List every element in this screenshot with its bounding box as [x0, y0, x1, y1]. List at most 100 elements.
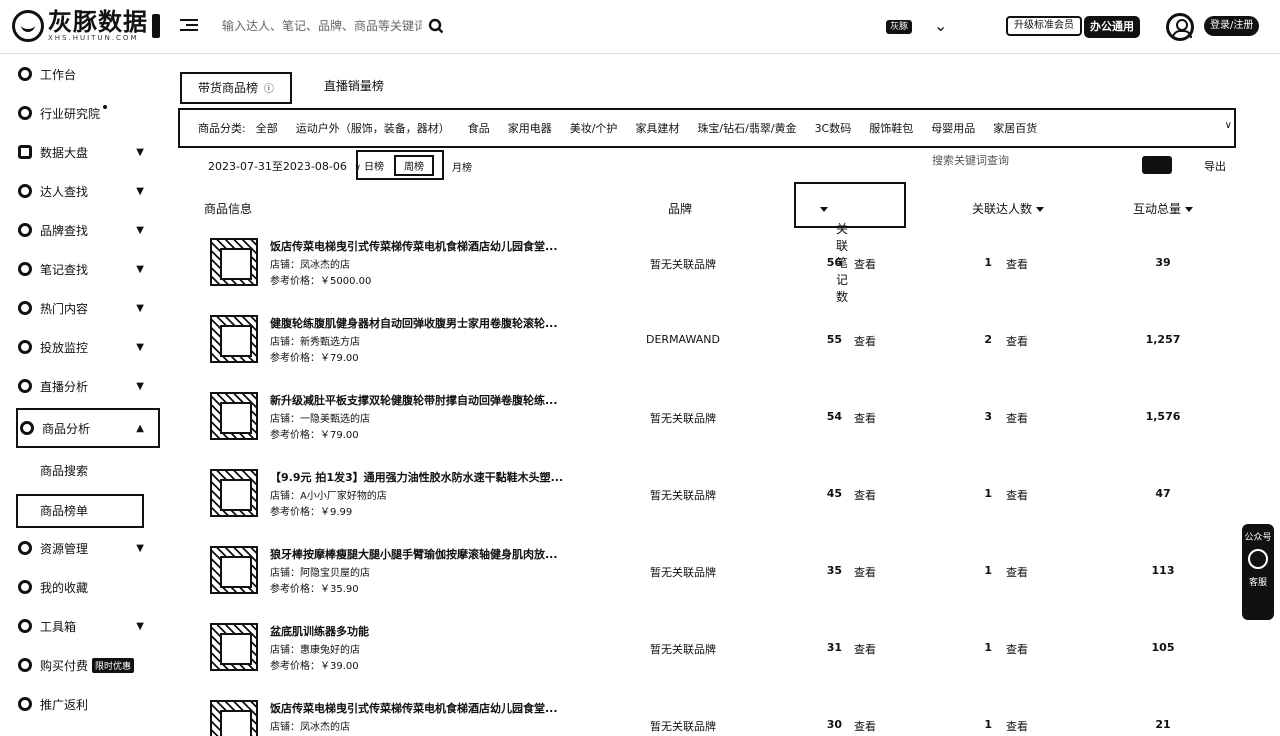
product-thumbnail[interactable] [210, 700, 258, 736]
info-icon[interactable]: ⓘ [264, 84, 274, 95]
category-option[interactable]: 家具建材 [635, 120, 679, 136]
period-day-option[interactable]: 日榜 [364, 158, 384, 173]
product-title[interactable]: 饭店传菜电梯曳引式传菜梯传菜电机食梯酒店幼儿园食堂... [270, 700, 576, 716]
sidebar-item-ad-monitor[interactable]: 投放监控 ▼ [18, 329, 158, 365]
product-title[interactable]: 饭店传菜电梯曳引式传菜梯传菜电机食梯酒店幼儿园食堂... [270, 238, 576, 254]
table-row[interactable]: 【9.9元 拍1发3】通用强力油性胶水防水速干黏鞋木头塑... 店铺：A小小厂家… [178, 461, 1238, 538]
table-row[interactable]: 饭店传菜电梯曳引式传菜梯传菜电机食梯酒店幼儿园食堂... 店铺：凤冰杰的店 暂无… [178, 692, 1238, 736]
product-thumbnail[interactable] [210, 315, 258, 363]
sidebar-subitem-product-ranking[interactable]: 商品榜单 [16, 494, 144, 528]
promo-badge: 限时优惠 [92, 657, 135, 673]
sidebar-item-workbench[interactable]: 工作台 [18, 56, 158, 92]
category-option[interactable]: 服饰鞋包 [869, 120, 913, 136]
sidebar-item-favorites[interactable]: 我的收藏 [18, 569, 158, 605]
menu-toggle-icon[interactable] [180, 16, 198, 34]
chevron-up-icon: ▲ [136, 422, 144, 434]
product-title[interactable]: 【9.9元 拍1发3】通用强力油性胶水防水速干黏鞋木头塑... [270, 469, 576, 485]
date-range-picker[interactable]: 2023-07-31至2023-08-06 ∨ [208, 158, 361, 174]
sidebar-item-product-analysis[interactable]: 商品分析 ▲ [16, 408, 160, 448]
period-switch: 日榜 周榜 [356, 150, 444, 180]
table-row[interactable]: 新升级减肚平板支撑双轮健腹轮带肘撑自动回弹卷腹轮练... 店铺：一隐美甄选的店 … [178, 384, 1238, 461]
view-notes-link[interactable]: 查看 [854, 718, 876, 734]
help-icon [1248, 549, 1268, 569]
table-row[interactable]: 狼牙棒按摩棒瘦腿大腿小腿手臂瑜伽按摩滚轴健身肌肉放... 店铺：阿隐宝贝屋的店 … [178, 538, 1238, 615]
product-title[interactable]: 狼牙棒按摩棒瘦腿大腿小腿手臂瑜伽按摩滚轴健身肌肉放... [270, 546, 576, 562]
ranking-search-button[interactable] [1142, 156, 1172, 174]
table-row[interactable]: 健腹轮练腹肌健身器材自动回弹收腹男士家用卷腹轮滚轮... 店铺：新秀甄选方店 参… [178, 307, 1238, 384]
column-header-kols[interactable]: 关联达人数 [972, 200, 1045, 217]
floating-toolbar[interactable]: 公众号 客服 [1242, 524, 1274, 620]
sidebar-item-brand-search[interactable]: 品牌查找 ▼ [18, 212, 158, 248]
sidebar-item-label: 笔记查找 [40, 262, 89, 277]
sidebar-item-note-search[interactable]: 笔记查找 ▼ [18, 251, 158, 287]
view-notes-link[interactable]: 查看 [854, 487, 876, 503]
table-row[interactable]: 盆底肌训练器多功能 店铺：惠康兔好的店 参考价格：￥39.00 暂无关联品牌 3… [178, 615, 1238, 692]
upgrade-member-button[interactable]: 升级标准会员 [1006, 16, 1082, 36]
column-header-kols-label: 关联达人数 [972, 202, 1033, 216]
login-button[interactable]: 登录/注册 [1204, 16, 1260, 36]
office-button[interactable]: 办公通用 [1084, 16, 1140, 38]
view-kols-link[interactable]: 查看 [1006, 410, 1028, 426]
ranking-search-input[interactable] [932, 154, 1132, 167]
sidebar-subitem-product-search[interactable]: 商品搜索 [40, 462, 88, 479]
sidebar-item-purchase[interactable]: 购买付费 限时优惠 [18, 647, 158, 683]
category-option[interactable]: 家用电器 [508, 120, 552, 136]
category-option[interactable]: 全部 [256, 120, 278, 136]
sidebar-item-live-analysis[interactable]: 直播分析 ▼ [18, 368, 158, 404]
view-notes-link[interactable]: 查看 [854, 410, 876, 426]
search-icon[interactable] [428, 18, 444, 34]
logo-tag [152, 14, 160, 38]
category-option[interactable]: 3C数码 [815, 120, 852, 136]
sidebar-item-referral[interactable]: 推广返利 [18, 686, 158, 722]
view-kols-link[interactable]: 查看 [1006, 718, 1028, 734]
view-notes-link[interactable]: 查看 [854, 641, 876, 657]
view-kols-link[interactable]: 查看 [1006, 487, 1028, 503]
chevron-down-icon[interactable]: ⌄ [934, 16, 947, 35]
column-header-interactions[interactable]: 互动总量 [1133, 200, 1194, 217]
view-kols-link[interactable]: 查看 [1006, 564, 1028, 580]
user-avatar-icon[interactable] [1166, 13, 1194, 41]
interactions-count: 47 [1155, 487, 1171, 500]
product-thumbnail[interactable] [210, 623, 258, 671]
view-kols-link[interactable]: 查看 [1006, 256, 1028, 272]
column-header-notes[interactable]: 关联笔记数 [794, 182, 906, 304]
period-month-option[interactable]: 月榜 [452, 159, 472, 174]
account-badge[interactable]: 灰豚 [886, 20, 913, 34]
tab-live-sales[interactable]: 直播销量榜 [308, 72, 400, 104]
sidebar-item-toolbox[interactable]: 工具箱 ▼ [18, 608, 158, 644]
sidebar-item-hot-content[interactable]: 热门内容 ▼ [18, 290, 158, 326]
product-thumbnail[interactable] [210, 469, 258, 517]
product-thumbnail[interactable] [210, 238, 258, 286]
sidebar-item-label: 达人查找 [40, 184, 89, 199]
category-option[interactable]: 运动户外（服饰，装备，器材） [296, 120, 450, 136]
category-option[interactable]: 珠宝/钻石/翡翠/黄金 [697, 120, 796, 136]
category-option[interactable]: 母婴用品 [931, 120, 975, 136]
view-notes-link[interactable]: 查看 [854, 256, 876, 272]
view-notes-link[interactable]: 查看 [854, 564, 876, 580]
view-notes-link[interactable]: 查看 [854, 333, 876, 349]
expand-categories-icon[interactable]: ∨ [1225, 120, 1232, 131]
category-option[interactable]: 食品 [468, 120, 490, 136]
period-week-option[interactable]: 周榜 [394, 154, 434, 176]
product-title[interactable]: 盆底肌训练器多功能 [270, 623, 576, 639]
view-kols-link[interactable]: 查看 [1006, 641, 1028, 657]
export-button[interactable]: 导出 [1204, 158, 1226, 174]
table-row[interactable]: 饭店传菜电梯曳引式传菜梯传菜电机食梯酒店幼儿园食堂... 店铺：凤冰杰的店 参考… [178, 230, 1238, 307]
sidebar-item-kol-search[interactable]: 达人查找 ▼ [18, 173, 158, 209]
chevron-down-icon: ▼ [136, 146, 144, 158]
tab-product-ranking[interactable]: 带货商品榜 ⓘ [180, 72, 292, 104]
sidebar-item-research[interactable]: 行业研究院 [18, 95, 158, 131]
global-search-input[interactable] [222, 14, 422, 38]
product-thumbnail[interactable] [210, 392, 258, 440]
product-shop: 店铺：惠康兔好的店 [270, 645, 360, 656]
column-header-product: 商品信息 [204, 202, 253, 216]
sidebar-item-resources[interactable]: 资源管理 ▼ [18, 530, 158, 566]
product-thumbnail[interactable] [210, 546, 258, 594]
sidebar-item-dashboard[interactable]: 数据大盘 ▼ [18, 134, 158, 170]
logo[interactable]: 灰豚数据 XHS.HUITUN.COM [12, 10, 160, 42]
product-title[interactable]: 新升级减肚平板支撑双轮健腹轮带肘撑自动回弹卷腹轮练... [270, 392, 576, 408]
category-option[interactable]: 家居百货 [993, 120, 1037, 136]
view-kols-link[interactable]: 查看 [1006, 333, 1028, 349]
category-option[interactable]: 美妆/个护 [570, 120, 618, 136]
product-title[interactable]: 健腹轮练腹肌健身器材自动回弹收腹男士家用卷腹轮滚轮... [270, 315, 576, 331]
